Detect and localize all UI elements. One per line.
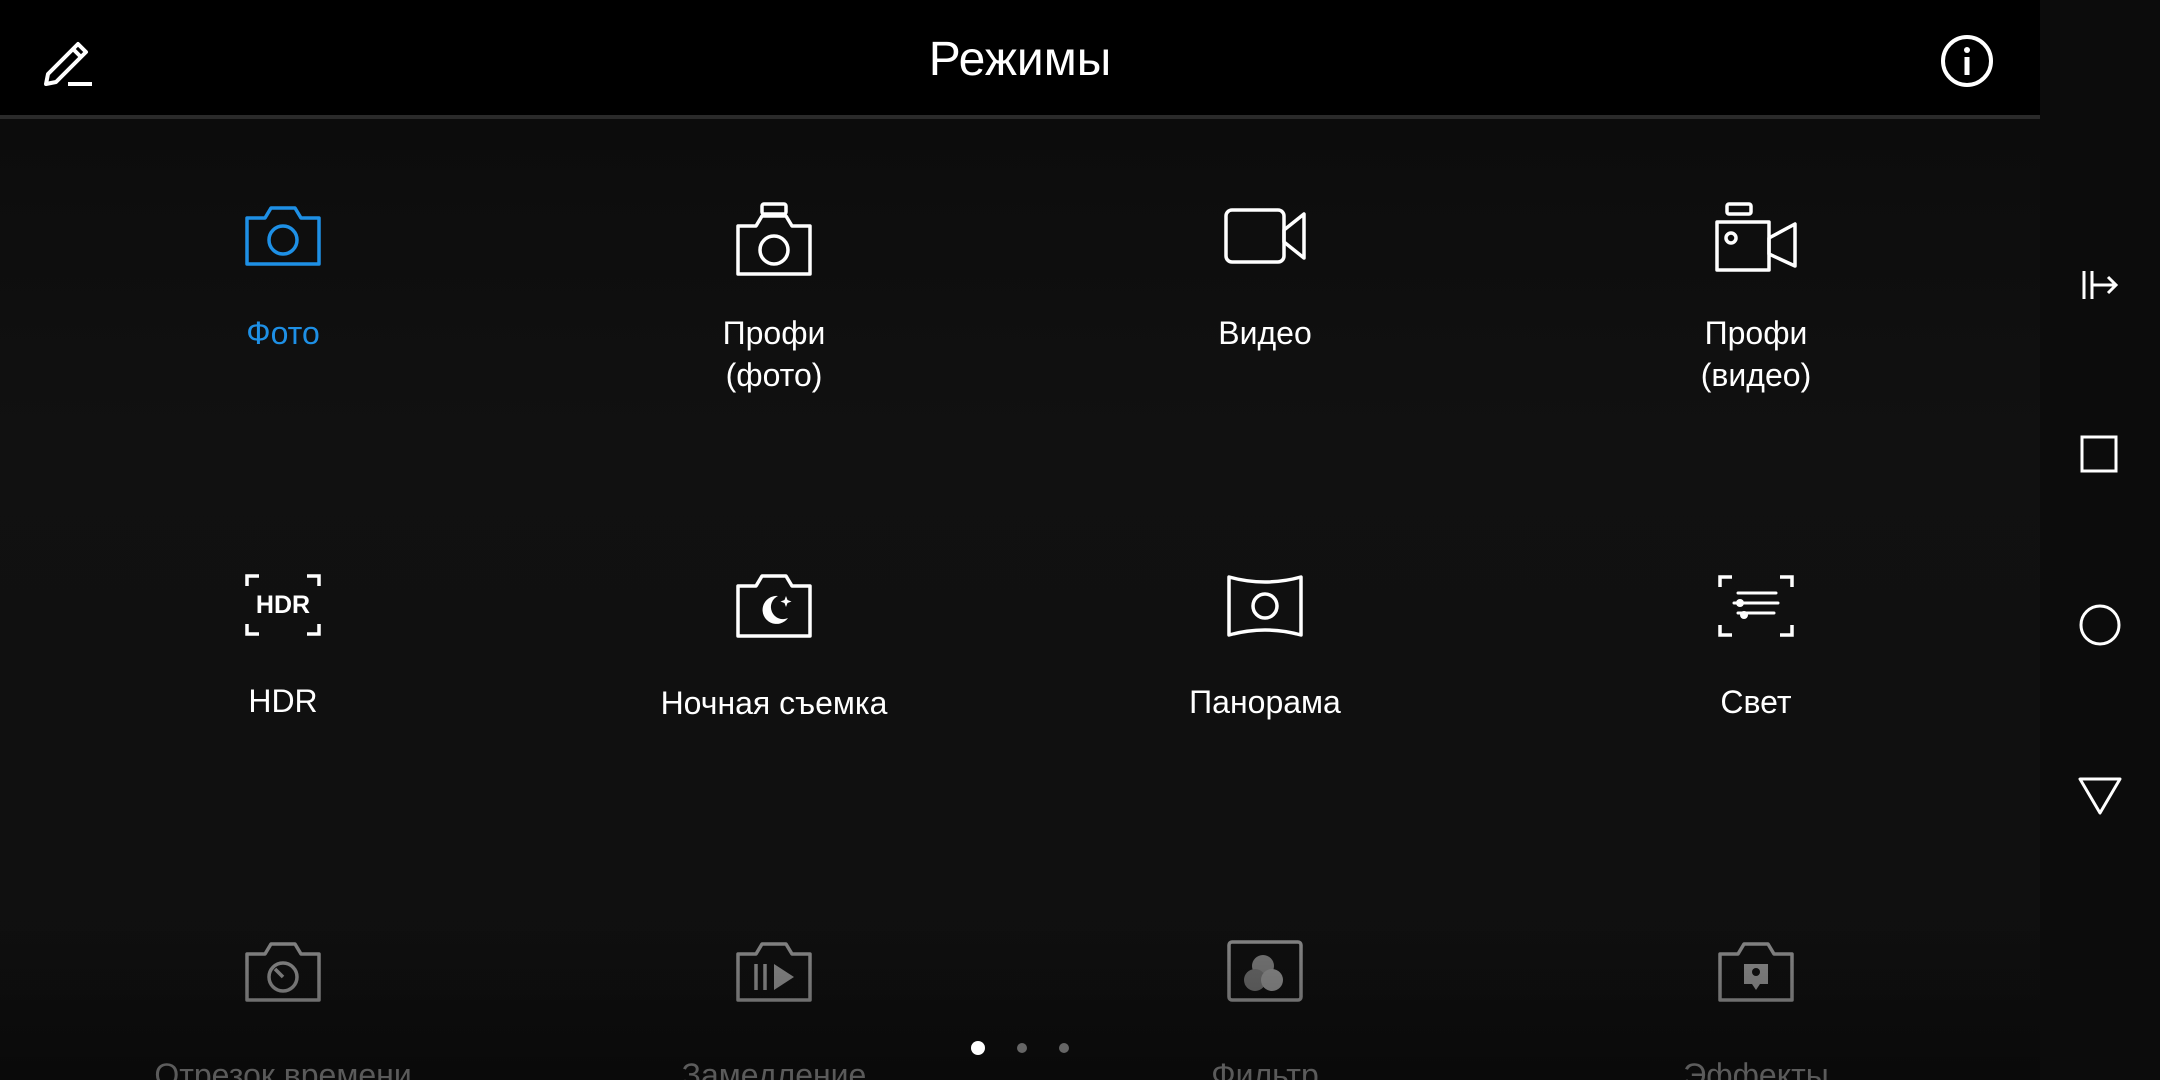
mode-night[interactable]: Ночная съемка xyxy=(554,570,994,724)
camera-icon xyxy=(245,206,321,266)
sidebar-toggle-icon[interactable] xyxy=(2070,255,2130,315)
page-dot[interactable] xyxy=(1059,1042,1069,1053)
mode-label: Замедление xyxy=(681,1057,867,1080)
filter-icon xyxy=(1227,940,1303,1002)
svg-text:HDR: HDR xyxy=(256,591,310,619)
mode-hdr[interactable]: HDR HDR xyxy=(63,572,503,722)
pro-video-camera-icon xyxy=(1715,202,1797,272)
light-painting-icon xyxy=(1718,575,1794,637)
mode-label: Фото xyxy=(246,315,320,351)
mode-pro-video[interactable]: Профи (видео) xyxy=(1536,200,1976,396)
mode-label: Ночная съемка xyxy=(660,685,888,721)
info-icon[interactable] xyxy=(1940,34,1994,88)
mode-light-painting[interactable]: Свет xyxy=(1536,573,1976,723)
mode-video[interactable]: Видео xyxy=(1045,200,1485,354)
mode-panorama[interactable]: Панорама xyxy=(1045,573,1485,723)
slow-motion-icon xyxy=(736,942,812,1002)
mode-filter[interactable]: Фильтр xyxy=(1045,938,1485,1080)
mode-label: Эффекты xyxy=(1683,1057,1829,1080)
page-dot[interactable] xyxy=(1017,1042,1027,1053)
back-triangle-icon[interactable] xyxy=(2070,765,2130,825)
mode-label: Видео xyxy=(1218,315,1312,351)
home-circle-icon[interactable] xyxy=(2070,595,2130,655)
mode-label: Свет xyxy=(1720,684,1792,720)
mode-effects[interactable]: Эффекты xyxy=(1536,938,1976,1080)
page-title: Режимы xyxy=(928,33,1112,86)
mode-label: Фильтр xyxy=(1211,1057,1319,1080)
camera-modes-screen: Режимы Фото Профи (фото) Видео Профи (ви… xyxy=(0,0,2040,1080)
page-dot-active[interactable] xyxy=(971,1040,985,1055)
night-mode-icon xyxy=(736,574,812,638)
mode-label: Профи (видео) xyxy=(1700,315,1812,393)
mode-label: Профи (фото) xyxy=(722,315,826,393)
mode-timelapse[interactable]: Отрезок времени xyxy=(63,938,503,1080)
page-indicator xyxy=(0,1039,2040,1055)
panorama-icon xyxy=(1227,575,1303,637)
pro-camera-icon xyxy=(736,202,812,276)
mode-label: HDR xyxy=(248,683,318,719)
header-bar: Режимы xyxy=(0,0,2040,119)
mode-label: Панорама xyxy=(1189,684,1341,720)
mode-pro-photo[interactable]: Профи (фото) xyxy=(554,200,994,396)
video-camera-icon xyxy=(1224,208,1306,264)
mode-label: Отрезок времени xyxy=(154,1057,412,1080)
mode-slow-motion[interactable]: Замедление xyxy=(554,938,994,1080)
timelapse-icon xyxy=(245,942,321,1002)
mode-photo[interactable]: Фото xyxy=(63,200,503,354)
effects-icon xyxy=(1718,942,1794,1002)
system-navigation-bar xyxy=(2040,0,2160,1080)
recents-square-icon[interactable] xyxy=(2070,425,2130,485)
hdr-icon: HDR xyxy=(245,574,321,636)
